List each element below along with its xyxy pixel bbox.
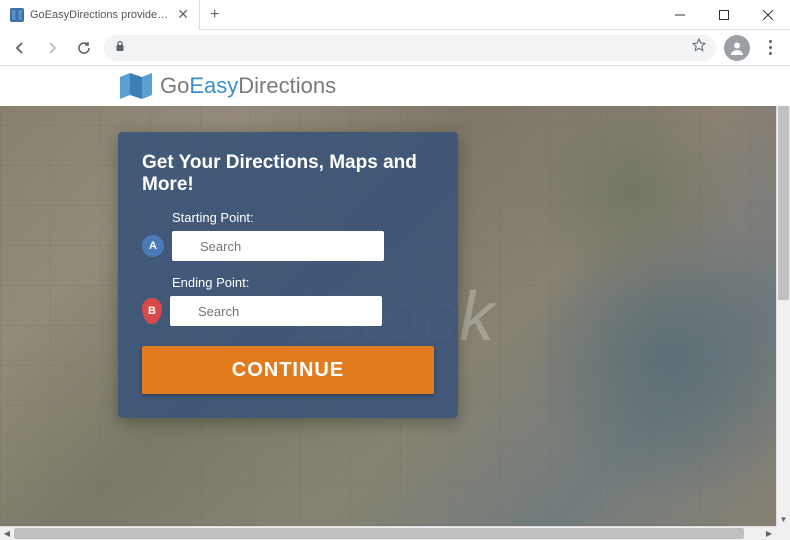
ending-point-label: Ending Point:	[172, 275, 434, 290]
close-window-button[interactable]	[746, 0, 790, 30]
window-titlebar: GoEasyDirections provides you w ✕ +	[0, 0, 790, 30]
starting-point-label: Starting Point:	[172, 210, 434, 225]
vertical-scrollbar[interactable]: ▲ ▼	[776, 66, 790, 526]
continue-button[interactable]: CONTINUE	[142, 346, 434, 394]
site-header: GoEasyDirections	[0, 66, 790, 106]
tab-close-icon[interactable]: ✕	[177, 6, 189, 23]
logo-part-easy: Easy	[189, 73, 238, 98]
scroll-corner	[776, 526, 790, 540]
vertical-scroll-thumb[interactable]	[778, 80, 789, 300]
window-controls	[658, 0, 790, 30]
directions-form-panel: Get Your Directions, Maps and More! Star…	[118, 132, 458, 418]
form-heading: Get Your Directions, Maps and More!	[142, 152, 434, 196]
scroll-right-arrow-icon[interactable]: ▶	[762, 527, 776, 540]
reload-button[interactable]	[72, 36, 96, 60]
logo-part-go: Go	[160, 73, 189, 98]
profile-avatar-icon[interactable]	[724, 35, 750, 61]
logo-text: GoEasyDirections	[160, 73, 336, 99]
lock-icon	[114, 39, 126, 57]
ending-point-row: B	[142, 296, 434, 326]
browser-menu-icon[interactable]	[758, 40, 782, 55]
horizontal-scrollbar[interactable]: ◀ ▶	[0, 526, 776, 540]
browser-tab[interactable]: GoEasyDirections provides you w ✕	[0, 0, 200, 30]
marker-a-icon: A	[142, 235, 164, 257]
starting-point-input[interactable]	[172, 231, 384, 261]
ending-point-input[interactable]	[170, 296, 382, 326]
tab-favicon-icon	[10, 8, 24, 22]
marker-b-icon: B	[142, 298, 162, 324]
bookmark-star-icon[interactable]	[692, 38, 706, 57]
ending-input-wrap	[170, 296, 434, 326]
horizontal-scroll-thumb[interactable]	[14, 528, 744, 539]
maximize-button[interactable]	[702, 0, 746, 30]
minimize-button[interactable]	[658, 0, 702, 30]
address-bar[interactable]	[104, 35, 716, 61]
starting-input-wrap	[172, 231, 434, 261]
forward-button[interactable]	[40, 36, 64, 60]
map-background: iStock Get Your Directions, Maps and Mor…	[0, 106, 790, 526]
page-content: GoEasyDirections iStock Get Your Directi…	[0, 66, 790, 526]
scroll-left-arrow-icon[interactable]: ◀	[0, 527, 14, 540]
tab-title: GoEasyDirections provides you w	[30, 9, 171, 21]
browser-toolbar	[0, 30, 790, 66]
back-button[interactable]	[8, 36, 32, 60]
scroll-down-arrow-icon[interactable]: ▼	[777, 512, 790, 526]
new-tab-button[interactable]: +	[200, 6, 229, 24]
starting-point-row: A	[142, 231, 434, 261]
logo-map-icon	[120, 73, 152, 99]
logo-part-directions: Directions	[238, 73, 336, 98]
